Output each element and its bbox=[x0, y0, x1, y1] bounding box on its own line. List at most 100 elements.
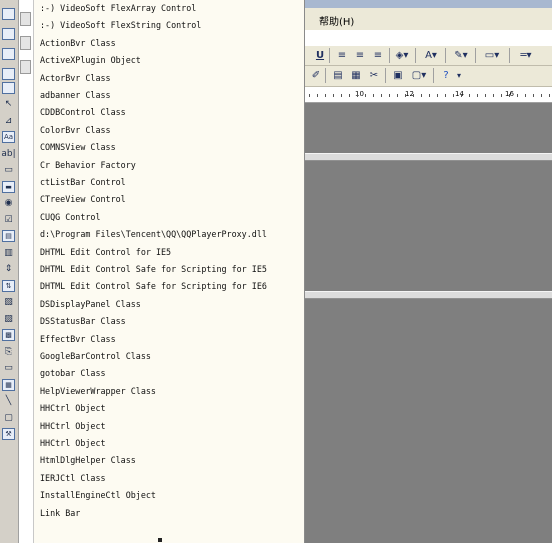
list-item[interactable]: DSDisplayPanel Class bbox=[40, 299, 141, 309]
ruler-tick bbox=[309, 94, 310, 97]
checkbox-icon[interactable]: ☑ bbox=[2, 214, 15, 226]
toolbox-icon[interactable]: ✂ bbox=[367, 69, 381, 81]
menu-help[interactable]: 帮助(H) bbox=[319, 13, 354, 28]
ruler-tick bbox=[445, 94, 446, 97]
list-item[interactable]: adbanner Class bbox=[40, 90, 111, 100]
align-center-icon[interactable]: ≡ bbox=[353, 49, 367, 61]
list-item[interactable]: ActorBvr Class bbox=[40, 73, 111, 83]
list-item[interactable]: ActionBvr Class bbox=[40, 38, 116, 48]
page-break-icon[interactable]: ⎘ bbox=[2, 346, 15, 358]
list-item[interactable]: CTreeView Control bbox=[40, 194, 126, 204]
list-item[interactable]: DHTML Edit Control Safe for Scripting fo… bbox=[40, 281, 267, 291]
help-icon[interactable]: ? bbox=[439, 69, 453, 81]
list-item[interactable]: ctListBar Control bbox=[40, 177, 126, 187]
list-item[interactable]: Link Bar bbox=[40, 508, 80, 518]
ruler-tick bbox=[469, 94, 470, 97]
ruler-tick bbox=[485, 94, 486, 97]
format-painter-icon[interactable]: ✐ bbox=[309, 69, 323, 81]
horizontal-ruler: 1012141618 bbox=[305, 89, 552, 103]
list-item[interactable]: HtmlDlgHelper Class bbox=[40, 455, 136, 465]
image-icon[interactable]: ▧ bbox=[2, 296, 15, 308]
ruler-tick bbox=[533, 94, 534, 97]
option-button-icon[interactable]: ◉ bbox=[2, 197, 15, 209]
list-item[interactable]: DHTML Edit Control for IE5 bbox=[40, 247, 171, 257]
section-splitter[interactable] bbox=[305, 291, 552, 299]
listbox-icon[interactable]: ▥ bbox=[2, 247, 15, 259]
activex-object-list[interactable]: :-) VideoSoft FlexArray Control :-) Video… bbox=[34, 0, 305, 543]
align-right-icon[interactable]: ≡ bbox=[371, 49, 385, 61]
tab-control-icon[interactable]: ▭ bbox=[2, 362, 15, 374]
bound-object-icon[interactable]: ▩ bbox=[2, 329, 15, 341]
list-item[interactable]: ActiveXPlugin Object bbox=[40, 55, 141, 65]
ruler-tick bbox=[381, 94, 382, 97]
toolbox-header-icon[interactable] bbox=[2, 82, 15, 94]
list-item[interactable]: :-) VideoSoft FlexArray Control bbox=[40, 3, 196, 13]
subform-icon[interactable]: ▦ bbox=[2, 378, 15, 391]
strip-button[interactable] bbox=[20, 60, 31, 74]
list-item[interactable]: HHCtrl Object bbox=[40, 438, 106, 448]
properties-icon[interactable]: ▤ bbox=[331, 69, 345, 81]
list-item[interactable]: DSStatusBar Class bbox=[40, 316, 126, 326]
unbound-object-icon[interactable]: ▨ bbox=[2, 313, 15, 325]
list-scroll-indicator-icon bbox=[158, 538, 162, 542]
list-item[interactable]: CUQG Control bbox=[40, 212, 101, 222]
list-item[interactable]: InstallEngineCtl Object bbox=[40, 490, 156, 500]
toolbox-strip bbox=[19, 0, 34, 543]
font-color-icon[interactable]: A▾ bbox=[421, 49, 441, 61]
list-item[interactable]: DHTML Edit Control Safe for Scripting fo… bbox=[40, 264, 267, 274]
toolbox-header-icon[interactable] bbox=[2, 48, 15, 60]
list-item[interactable]: CDDBControl Class bbox=[40, 107, 126, 117]
shape-tool-icon[interactable]: ⊿ bbox=[2, 115, 15, 127]
database-window-icon[interactable]: ▢▾ bbox=[409, 69, 429, 81]
select-pointer-icon[interactable]: ↖ bbox=[2, 98, 15, 110]
combobox-icon[interactable]: ▤ bbox=[2, 230, 15, 242]
toolbox-header-icon[interactable] bbox=[2, 28, 15, 40]
line-color-icon[interactable]: ✎▾ bbox=[451, 49, 471, 61]
rectangle-icon[interactable]: ▢ bbox=[2, 412, 15, 424]
textbox-icon[interactable]: ab| bbox=[1, 148, 15, 160]
ruler-tick bbox=[453, 94, 454, 97]
line-width-icon[interactable]: ═▾ bbox=[515, 49, 537, 61]
list-item[interactable]: HHCtrl Object bbox=[40, 421, 106, 431]
list-item[interactable]: HHCtrl Object bbox=[40, 403, 106, 413]
ruler-tick bbox=[365, 94, 366, 97]
ruler-tick bbox=[325, 94, 326, 97]
field-list-icon[interactable]: ▦ bbox=[349, 69, 363, 81]
strip-button[interactable] bbox=[20, 36, 31, 50]
list-item[interactable]: Cr Behavior Factory bbox=[40, 160, 136, 170]
ruler-tick bbox=[317, 94, 318, 97]
underline-icon[interactable]: U bbox=[315, 49, 325, 61]
border-icon[interactable]: ▭▾ bbox=[481, 49, 503, 61]
toolbar-separator bbox=[509, 48, 510, 63]
ruler-tick bbox=[461, 94, 462, 97]
list-item[interactable]: IERJCtl Class bbox=[40, 473, 106, 483]
align-left-icon[interactable]: ≡ bbox=[335, 49, 349, 61]
more-controls-icon[interactable]: ⚒ bbox=[2, 428, 15, 440]
list-item[interactable]: gotobar Class bbox=[40, 368, 106, 378]
spin-button-icon[interactable]: ⇅ bbox=[2, 279, 15, 292]
label-icon[interactable]: Aa bbox=[2, 131, 15, 143]
list-item[interactable]: EffectBvr Class bbox=[40, 334, 116, 344]
ruler-tick bbox=[549, 94, 550, 97]
fill-color-icon[interactable]: ◈▾ bbox=[393, 49, 411, 61]
toolbox-header-icon[interactable] bbox=[2, 68, 15, 80]
ruler-tick bbox=[501, 94, 502, 97]
frame-icon[interactable]: ▭ bbox=[2, 164, 15, 176]
list-item[interactable]: COMNSView Class bbox=[40, 142, 116, 152]
command-button-icon[interactable]: ▬ bbox=[2, 180, 15, 193]
toolbar-separator bbox=[475, 48, 476, 63]
section-splitter[interactable] bbox=[305, 153, 552, 161]
scrollbar-icon[interactable]: ⇕ bbox=[2, 263, 15, 275]
code-icon[interactable]: ▣ bbox=[391, 69, 405, 81]
line-icon[interactable]: ╲ bbox=[2, 395, 15, 407]
list-item[interactable]: :-) VideoSoft FlexString Control bbox=[40, 20, 201, 30]
toolbox-header-icon[interactable] bbox=[2, 8, 15, 20]
strip-button[interactable] bbox=[20, 12, 31, 26]
ruler-tick bbox=[341, 94, 342, 97]
toolbar-options-icon[interactable]: ▾ bbox=[455, 69, 463, 81]
list-item[interactable]: d:\Program Files\Tencent\QQ\QQPlayerProx… bbox=[40, 229, 267, 239]
list-item[interactable]: ColorBvr Class bbox=[40, 125, 111, 135]
toolbar-separator bbox=[445, 48, 446, 63]
list-item[interactable]: HelpViewerWrapper Class bbox=[40, 386, 156, 396]
list-item[interactable]: GoogleBarControl Class bbox=[40, 351, 151, 361]
